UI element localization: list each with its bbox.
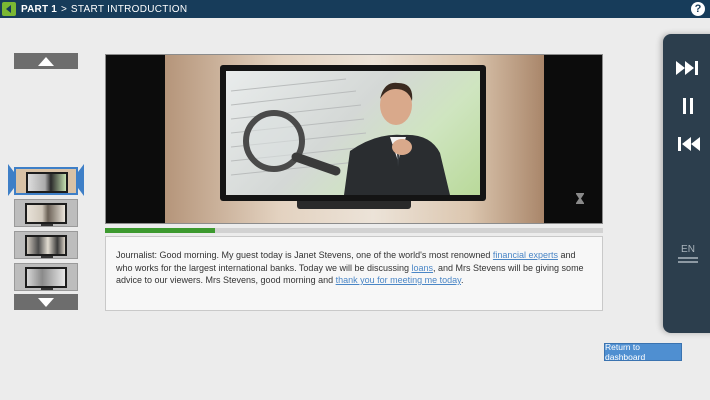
video-progress-bar[interactable] [105, 228, 603, 233]
triangle-down-icon [38, 297, 54, 307]
glossary-link-thank-you[interactable]: thank you for meeting me today [336, 275, 461, 285]
thumbnails-scroll-down-button[interactable] [14, 294, 78, 310]
thumbnail-slide[interactable] [14, 199, 78, 227]
language-selector[interactable]: EN [674, 244, 702, 265]
breadcrumb-part[interactable]: PART 1 [21, 4, 57, 15]
thumbnail-screen [26, 172, 68, 193]
back-arrow-icon [6, 5, 11, 13]
breadcrumb-separator: > [61, 3, 67, 15]
transcript-text: Journalist: Good morning. My guest today… [116, 250, 493, 260]
thumbnail-slide[interactable] [14, 167, 78, 195]
pause-button[interactable] [675, 96, 701, 116]
return-to-dashboard-button[interactable]: Return to dashboard [604, 342, 682, 362]
breadcrumb-current-section: START INTRODUCTION [70, 3, 188, 15]
video-player[interactable] [105, 54, 603, 224]
monitor-stand [297, 201, 411, 209]
language-label: EN [681, 244, 695, 255]
language-menu-icon [674, 257, 702, 263]
video-progress-fill [105, 228, 215, 233]
glossary-link-financial-experts[interactable]: financial experts [493, 250, 558, 260]
transcript-panel: Journalist: Good morning. My guest today… [105, 236, 603, 311]
transcript-text: . [461, 275, 464, 285]
skip-forward-icon [676, 61, 698, 75]
playback-controls-panel: EN [663, 34, 710, 333]
previous-button[interactable] [675, 134, 701, 154]
triangle-up-icon [38, 56, 54, 66]
video-image [226, 71, 480, 195]
help-icon: ? [694, 3, 702, 15]
thumbnail-screen [25, 203, 67, 224]
thumbnail-slide[interactable] [14, 263, 78, 291]
help-button[interactable]: ? [691, 2, 705, 16]
glossary-link-loans[interactable]: loans [411, 263, 433, 273]
back-button[interactable] [2, 2, 16, 16]
tv-monitor [220, 65, 486, 201]
thumbnail-screen [25, 267, 67, 288]
next-button[interactable] [675, 58, 701, 78]
skip-back-icon [678, 137, 700, 151]
thumbnail-screen [25, 235, 67, 256]
pause-icon [683, 98, 693, 114]
top-bar: PART 1 > START INTRODUCTION ? [0, 0, 710, 18]
thumbnails-scroll-up-button[interactable] [14, 53, 78, 69]
thumbnail-slide[interactable] [14, 231, 78, 259]
hourglass-icon [576, 191, 584, 209]
video-frame [165, 55, 544, 223]
